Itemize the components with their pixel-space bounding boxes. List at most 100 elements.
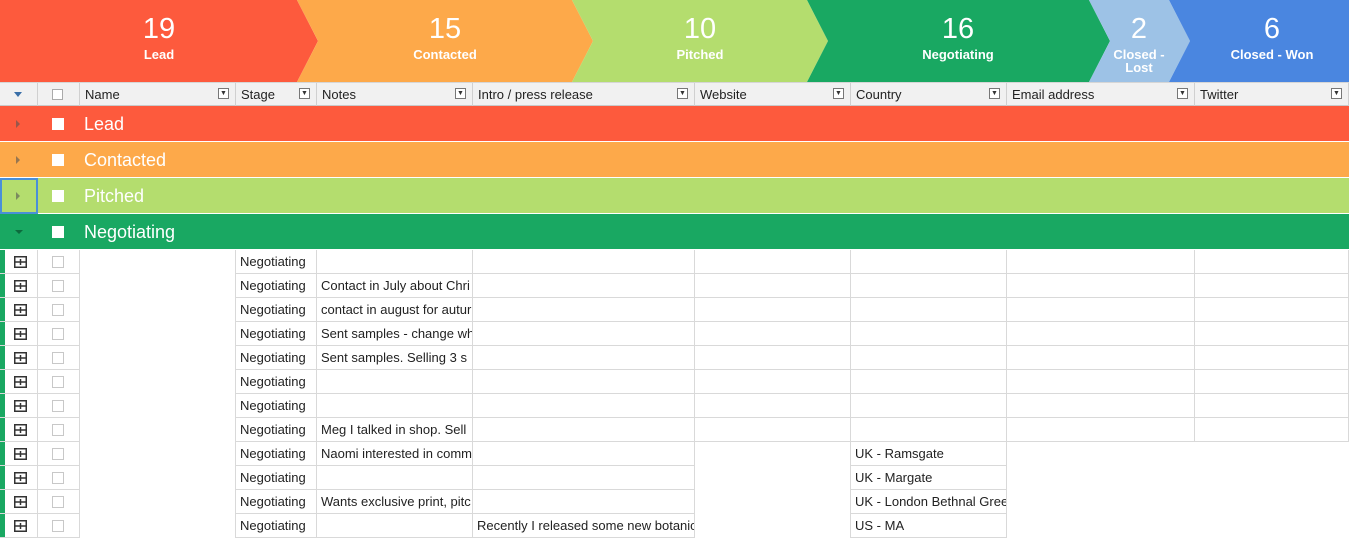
email-cell[interactable] [1007,250,1195,274]
group-row-pitched[interactable]: Pitched [0,178,1349,214]
name-cell[interactable] [80,490,236,514]
column-header-country[interactable]: Country ▼ [851,83,1007,106]
group-checkbox[interactable] [52,226,64,238]
column-header-name[interactable]: Name ▼ [80,83,236,106]
row-checkbox[interactable] [52,448,64,460]
intro-cell[interactable] [473,394,695,418]
country-cell[interactable] [851,394,1007,418]
group-checkbox[interactable] [52,154,64,166]
email-cell[interactable] [1007,322,1195,346]
website-cell[interactable] [695,418,851,442]
intro-cell[interactable] [473,466,695,490]
name-cell[interactable] [80,346,236,370]
stage-cell[interactable]: Negotiating [236,442,317,466]
notes-cell[interactable]: Wants exclusive print, pitc [317,490,473,514]
column-dropdown-icon[interactable]: ▼ [1331,88,1342,99]
intro-cell[interactable] [473,370,695,394]
intro-cell[interactable] [473,322,695,346]
country-cell[interactable] [851,250,1007,274]
notes-cell[interactable] [317,514,473,538]
country-cell[interactable]: UK - Margate [851,466,1007,490]
stage-cell[interactable]: Negotiating [236,346,317,370]
twitter-cell[interactable] [1195,322,1349,346]
table-row[interactable]: Negotiating [0,250,1349,274]
column-dropdown-icon[interactable]: ▼ [218,88,229,99]
website-cell[interactable] [695,346,851,370]
name-cell[interactable] [80,394,236,418]
name-cell[interactable] [80,442,236,466]
row-checkbox[interactable] [52,472,64,484]
row-checkbox[interactable] [52,352,64,364]
name-cell[interactable] [80,418,236,442]
table-row[interactable]: Negotiating Sent samples. Selling 3 s [0,346,1349,370]
expand-record-icon[interactable] [14,496,27,508]
notes-cell[interactable]: Meg I talked in shop. Sell [317,418,473,442]
table-row[interactable]: Negotiating Naomi interested in comm UK - … [0,442,1349,466]
notes-cell[interactable] [317,466,473,490]
notes-cell[interactable]: Naomi interested in comm [317,442,473,466]
expand-record-icon[interactable] [14,520,27,532]
table-row[interactable]: Negotiating [0,370,1349,394]
group-expand-toggle[interactable] [0,178,38,214]
expand-record-icon[interactable] [14,280,27,292]
table-row[interactable]: Negotiating Contact in July about Chri [0,274,1349,298]
notes-cell[interactable] [317,250,473,274]
row-checkbox[interactable] [52,400,64,412]
stage-cell[interactable]: Negotiating [236,466,317,490]
notes-cell[interactable]: Sent samples - change wh [317,322,473,346]
website-cell[interactable] [695,370,851,394]
country-cell[interactable] [851,370,1007,394]
table-row[interactable]: Negotiating Wants exclusive print, pitc UK… [0,490,1349,514]
name-cell[interactable] [80,370,236,394]
country-cell[interactable] [851,298,1007,322]
name-cell[interactable] [80,466,236,490]
email-cell[interactable] [1007,514,1195,538]
group-expand-toggle[interactable] [0,106,38,142]
email-cell[interactable] [1007,442,1195,466]
website-cell[interactable] [695,394,851,418]
website-cell[interactable] [695,250,851,274]
name-cell[interactable] [80,298,236,322]
row-checkbox[interactable] [52,256,64,268]
column-dropdown-icon[interactable]: ▼ [1177,88,1188,99]
email-cell[interactable] [1007,274,1195,298]
row-checkbox[interactable] [52,376,64,388]
intro-cell[interactable] [473,346,695,370]
column-header-intro[interactable]: Intro / press release ▼ [473,83,695,106]
row-checkbox[interactable] [52,424,64,436]
stage-cell[interactable]: Negotiating [236,250,317,274]
intro-cell[interactable] [473,298,695,322]
intro-cell[interactable] [473,442,695,466]
intro-cell[interactable] [473,274,695,298]
notes-cell[interactable]: contact in august for autur [317,298,473,322]
twitter-cell[interactable] [1195,370,1349,394]
website-cell[interactable] [695,466,851,490]
twitter-cell[interactable] [1195,466,1349,490]
twitter-cell[interactable] [1195,250,1349,274]
expand-record-icon[interactable] [14,376,27,388]
expand-record-icon[interactable] [14,400,27,412]
row-checkbox[interactable] [52,328,64,340]
twitter-cell[interactable] [1195,490,1349,514]
column-header-email[interactable]: Email address ▼ [1007,83,1195,106]
expand-record-icon[interactable] [14,352,27,364]
column-dropdown-icon[interactable]: ▼ [299,88,310,99]
row-checkbox[interactable] [52,496,64,508]
stage-cell[interactable]: Negotiating [236,274,317,298]
twitter-cell[interactable] [1195,274,1349,298]
email-cell[interactable] [1007,466,1195,490]
table-row[interactable]: Negotiating UK - Margate [0,466,1349,490]
twitter-cell[interactable] [1195,418,1349,442]
column-header-stage[interactable]: Stage ▼ [236,83,317,106]
table-row[interactable]: Negotiating [0,394,1349,418]
expand-record-icon[interactable] [14,328,27,340]
column-header-twitter[interactable]: Twitter ▼ [1195,83,1349,106]
name-cell[interactable] [80,250,236,274]
stage-cell[interactable]: Negotiating [236,514,317,538]
group-row-lead[interactable]: Lead [0,106,1349,142]
intro-cell[interactable] [473,418,695,442]
column-dropdown-icon[interactable]: ▼ [677,88,688,99]
table-row[interactable]: Negotiating Sent samples - change wh [0,322,1349,346]
group-collapse-toggle[interactable] [0,214,38,250]
collapse-all-toggle[interactable] [0,83,38,106]
